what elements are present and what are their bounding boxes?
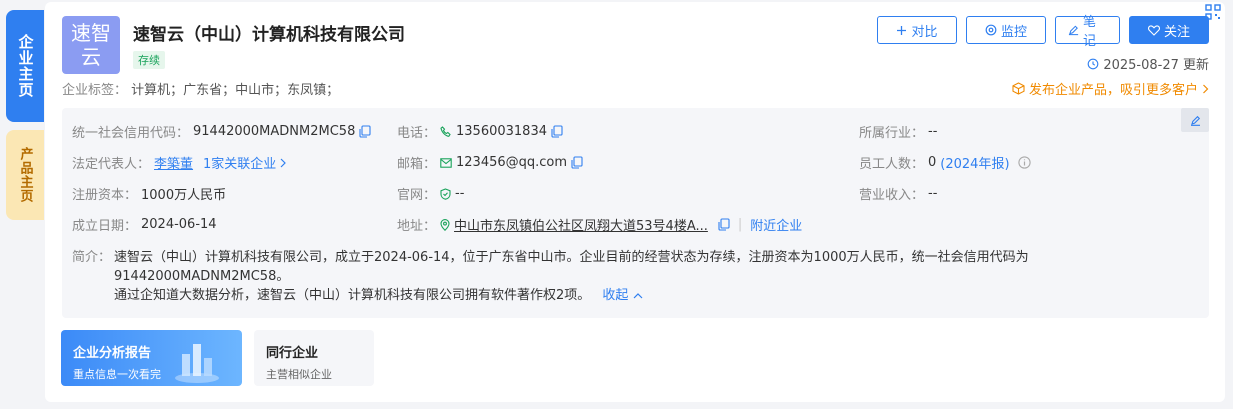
company-name: 速智云（中山）计算机科技有限公司 bbox=[133, 25, 405, 45]
company-intro: 简介： 速智云（中山）计算机科技有限公司，成立于2024-06-14，位于广东省… bbox=[72, 248, 1182, 305]
action-buttons: 对比 监控 笔记 关注 bbox=[877, 15, 1209, 49]
heart-icon bbox=[1147, 24, 1160, 36]
capital-field: 注册资本： 1000万人民币 bbox=[72, 184, 226, 203]
employees-label: 员工人数： bbox=[859, 157, 925, 172]
follow-button[interactable]: 关注 bbox=[1129, 16, 1209, 44]
employees-value: 0 bbox=[928, 155, 937, 170]
legal-rep-link[interactable]: 李築董 bbox=[154, 153, 193, 172]
monitor-icon bbox=[985, 24, 997, 36]
company-tags: 企业标签： 计算机；广东省；中山市；东凤镇； bbox=[62, 79, 339, 98]
tab-company-home[interactable]: 企业主页 bbox=[6, 10, 44, 122]
publish-product-link[interactable]: 发布企业产品，吸引更多客户 bbox=[1012, 79, 1209, 98]
email-value: 123456@qq.com bbox=[456, 155, 568, 170]
analysis-report-card[interactable]: 企业分析报告 重点信息一次看完 bbox=[61, 330, 242, 386]
phone-value: 13560031834 bbox=[456, 124, 547, 139]
report-chart-icon bbox=[175, 344, 219, 383]
email-label: 邮箱： bbox=[397, 157, 437, 172]
industry-value: -- bbox=[928, 124, 938, 139]
industry-field: 所属行业： -- bbox=[859, 122, 937, 141]
founded-field: 成立日期： 2024-06-14 bbox=[72, 215, 217, 234]
phone-field: 电话： 13560031834 bbox=[397, 122, 563, 141]
edit-icon bbox=[1190, 115, 1200, 126]
status-badge: 存续 bbox=[133, 51, 165, 69]
intro-line: 通过企知道大数据分析，速智云（中山）计算机科技有限公司拥有软件著作权2项。 收起 bbox=[114, 286, 1029, 305]
copy-icon[interactable] bbox=[359, 125, 371, 138]
compare-button[interactable]: 对比 bbox=[877, 16, 957, 44]
copy-icon[interactable] bbox=[551, 125, 563, 138]
location-pin-icon bbox=[440, 218, 450, 231]
chevron-right-icon bbox=[280, 158, 287, 167]
peer-companies-card[interactable]: 同行企业 主营相似企业 bbox=[254, 330, 374, 386]
divider: | bbox=[737, 217, 743, 232]
monitor-button[interactable]: 监控 bbox=[966, 16, 1046, 44]
monitor-label: 监控 bbox=[1000, 24, 1027, 40]
collapse-link[interactable]: 收起 bbox=[602, 288, 628, 303]
info-panel: 统一社会信用代码： 91442000MADNM2MC58 法定代表人： 李築董 … bbox=[62, 108, 1209, 318]
pencil-icon bbox=[1068, 25, 1079, 36]
email-field: 邮箱： 123456@qq.com bbox=[397, 153, 583, 172]
publish-text: 发布企业产品，吸引更多客户 bbox=[1028, 83, 1198, 98]
peer-title: 同行企业 bbox=[266, 346, 319, 361]
notes-label: 笔记 bbox=[1083, 15, 1097, 49]
side-tabs: 企业主页 产品主页 bbox=[6, 10, 44, 220]
peer-subtitle: 主营相似企业 bbox=[266, 368, 332, 381]
intro-line-text: 通过企知道大数据分析，速智云（中山）计算机科技有限公司拥有软件著作权2项。 bbox=[114, 288, 591, 303]
employees-year-link[interactable]: (2024年报) bbox=[940, 153, 1009, 172]
legal-rep-label: 法定代表人： bbox=[72, 157, 151, 172]
revenue-field: 营业收入： -- bbox=[859, 184, 937, 203]
update-text: 2025-08-27 更新 bbox=[1103, 58, 1209, 73]
box-icon bbox=[1012, 82, 1025, 95]
website-value: -- bbox=[455, 186, 465, 201]
follow-label: 关注 bbox=[1163, 24, 1190, 40]
intro-label: 简介： bbox=[72, 250, 112, 265]
chevron-up-icon bbox=[633, 293, 643, 299]
intro-line: 91442000MADNM2MC58。 bbox=[114, 269, 290, 284]
compare-label: 对比 bbox=[911, 24, 938, 40]
capital-value: 1000万人民币 bbox=[141, 188, 227, 203]
address-label: 地址： bbox=[397, 219, 437, 234]
update-time: 2025-08-27 更新 bbox=[1087, 54, 1209, 73]
capital-label: 注册资本： bbox=[72, 188, 138, 203]
mail-icon bbox=[440, 157, 452, 168]
founded-label: 成立日期： bbox=[72, 219, 138, 234]
plus-icon bbox=[897, 25, 907, 35]
credit-code-label: 统一社会信用代码： bbox=[72, 126, 190, 141]
notes-button[interactable]: 笔记 bbox=[1055, 15, 1120, 49]
tab-product-home[interactable]: 产品主页 bbox=[6, 130, 44, 220]
phone-icon bbox=[440, 125, 451, 137]
phone-label: 电话： bbox=[397, 126, 437, 141]
edit-button[interactable] bbox=[1181, 108, 1209, 132]
copy-icon[interactable] bbox=[718, 218, 730, 231]
address-field: 地址： 中山市东凤镇伯公社区凤翔大道53号4楼A... | 附近企业 bbox=[397, 215, 802, 234]
company-logo: 速智云 bbox=[62, 16, 120, 74]
tags-value: 计算机；广东省；中山市；东凤镇； bbox=[131, 83, 340, 98]
revenue-label: 营业收入： bbox=[859, 188, 925, 203]
nearby-companies-link[interactable]: 附近企业 bbox=[750, 215, 802, 234]
legal-rep-field: 法定代表人： 李築董 1家关联企业 bbox=[72, 153, 287, 172]
address-link[interactable]: 中山市东凤镇伯公社区凤翔大道53号4楼A... bbox=[454, 215, 708, 234]
info-icon[interactable] bbox=[1017, 156, 1031, 169]
credit-code-value: 91442000MADNM2MC58 bbox=[193, 124, 356, 139]
website-field: 官网： -- bbox=[397, 184, 464, 203]
website-label: 官网： bbox=[397, 188, 437, 203]
intro-body: 速智云（中山）计算机科技有限公司，成立于2024-06-14，位于广东省中山市。… bbox=[114, 248, 1029, 305]
employees-field: 员工人数： 0 (2024年报) bbox=[859, 153, 1031, 172]
industry-label: 所属行业： bbox=[859, 126, 925, 141]
intro-line: 速智云（中山）计算机科技有限公司，成立于2024-06-14，位于广东省中山市。… bbox=[114, 250, 1029, 265]
credit-code-field: 统一社会信用代码： 91442000MADNM2MC58 bbox=[72, 122, 371, 141]
revenue-value: -- bbox=[928, 186, 938, 201]
founded-value: 2024-06-14 bbox=[141, 217, 217, 232]
tags-label: 企业标签： bbox=[62, 83, 128, 98]
company-card: 速智云 速智云（中山）计算机科技有限公司 存续 企业标签： 计算机；广东省；中山… bbox=[45, 2, 1225, 402]
shield-icon bbox=[440, 187, 451, 200]
copy-icon[interactable] bbox=[571, 156, 583, 169]
chevron-right-icon bbox=[1203, 84, 1209, 93]
refresh-clock-icon bbox=[1087, 58, 1099, 69]
related-companies-link[interactable]: 1家关联企业 bbox=[203, 153, 276, 172]
